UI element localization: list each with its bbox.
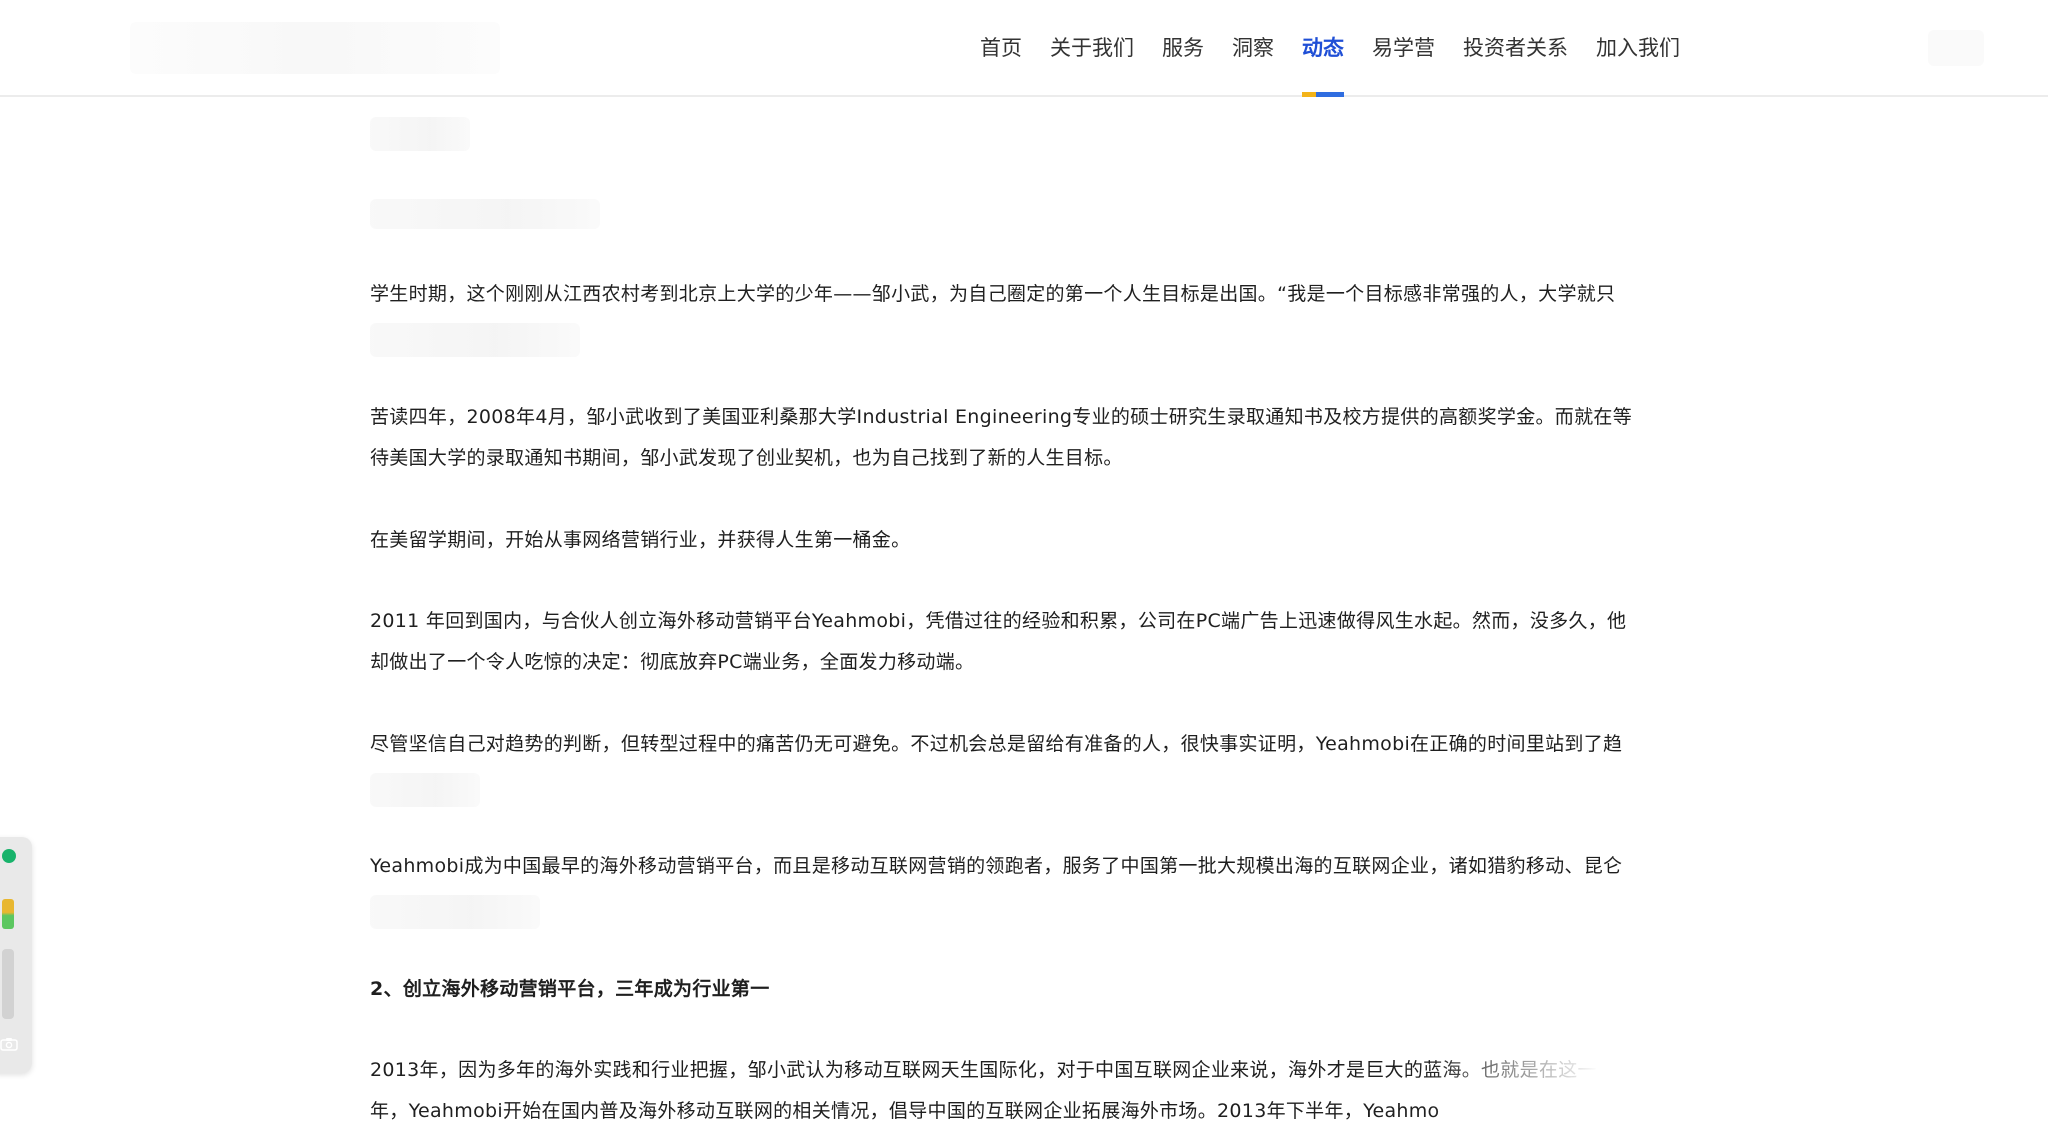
nav-item-label: 洞察 xyxy=(1232,36,1274,60)
level-bar-icon xyxy=(2,899,14,929)
nav-item-services[interactable]: 服务 xyxy=(1162,0,1204,97)
nav-item-label: 动态 xyxy=(1302,36,1344,60)
floating-side-widget[interactable] xyxy=(0,837,32,1073)
blurred-content xyxy=(370,773,480,807)
nav-item-insights[interactable]: 洞察 xyxy=(1232,0,1274,97)
paragraph-line: 尽管坚信自己对趋势的判断，但转型过程中的痛苦仍无可避免。不过机会总是留给有准备的… xyxy=(370,733,1623,755)
nav-item-news[interactable]: 动态 xyxy=(1302,0,1344,97)
site-logo[interactable] xyxy=(130,22,500,74)
paragraph-line: 2011 年回到国内，与合伙人创立海外移动营销平台Yeahmobi，凭借过往的经… xyxy=(370,610,1627,632)
paragraph-line: 待美国大学的录取通知书期间，邹小武发现了创业契机，也为自己找到了新的人生目标。 xyxy=(370,447,1123,469)
main-nav: 首页 关于我们 服务 洞察 动态 易学营 投资者关系 加入我们 xyxy=(980,0,1708,97)
article-paragraph: 在美留学期间，开始从事网络营销行业，并获得人生第一桶金。 xyxy=(370,520,1670,561)
article-paragraph: 2013年，因为多年的海外实践和行业把握，邹小武认为移动互联网天生国际化，对于中… xyxy=(370,1050,1670,1132)
text-fade-overlay xyxy=(1430,1050,1670,1132)
blurred-content xyxy=(370,323,580,357)
blurred-content xyxy=(370,895,540,929)
language-switch[interactable] xyxy=(1928,30,1984,66)
nav-item-about[interactable]: 关于我们 xyxy=(1050,0,1134,97)
nav-item-investors[interactable]: 投资者关系 xyxy=(1463,0,1568,97)
nav-item-home[interactable]: 首页 xyxy=(980,0,1022,97)
nav-item-label: 易学营 xyxy=(1372,36,1435,60)
paragraph-line: Yeahmobi成为中国最早的海外移动营销平台，而且是移动互联网营销的领跑者，服… xyxy=(370,855,1623,877)
paragraph-line: 在美留学期间，开始从事网络营销行业，并获得人生第一桶金。 xyxy=(370,529,911,551)
status-dot-icon xyxy=(2,849,16,863)
camera-icon-glyph xyxy=(0,1038,18,1051)
camera-icon[interactable] xyxy=(0,1037,19,1053)
section-heading: 2、创立海外移动营销平台，三年成为行业第一 xyxy=(370,969,1670,1010)
article-paragraph: Yeahmobi成为中国最早的海外移动营销平台，而且是移动互联网营销的领跑者，服… xyxy=(370,846,1670,887)
paragraph-line: 学生时期，这个刚刚从江西农村考到北京上大学的少年——邹小武，为自己圈定的第一个人… xyxy=(370,283,1616,305)
paragraph-line: 苦读四年，2008年4月，邹小武收到了美国亚利桑那大学Industrial En… xyxy=(370,406,1632,428)
section-heading-text: 2、创立海外移动营销平台，三年成为行业第一 xyxy=(370,978,770,1000)
scroll-track-icon[interactable] xyxy=(2,949,14,1019)
site-header: 首页 关于我们 服务 洞察 动态 易学营 投资者关系 加入我们 xyxy=(0,0,2048,97)
article-paragraph: 2011 年回到国内，与合伙人创立海外移动营销平台Yeahmobi，凭借过往的经… xyxy=(370,601,1670,683)
nav-item-label: 服务 xyxy=(1162,36,1204,60)
blurred-content xyxy=(370,199,600,229)
nav-item-academy[interactable]: 易学营 xyxy=(1372,0,1435,97)
nav-active-underline xyxy=(1302,92,1344,97)
article-paragraph: 苦读四年，2008年4月，邹小武收到了美国亚利桑那大学Industrial En… xyxy=(370,397,1670,479)
article-paragraph: 学生时期，这个刚刚从江西农村考到北京上大学的少年——邹小武，为自己圈定的第一个人… xyxy=(370,274,1670,315)
article-paragraph: 尽管坚信自己对趋势的判断，但转型过程中的痛苦仍无可避免。不过机会总是留给有准备的… xyxy=(370,724,1670,765)
nav-item-label: 首页 xyxy=(980,36,1022,60)
nav-item-careers[interactable]: 加入我们 xyxy=(1596,0,1680,97)
nav-item-label: 投资者关系 xyxy=(1463,36,1568,60)
paragraph-line: 却做出了一个令人吃惊的决定：彻底放弃PC端业务，全面发力移动端。 xyxy=(370,651,975,673)
nav-item-label: 关于我们 xyxy=(1050,36,1134,60)
nav-item-label: 加入我们 xyxy=(1596,36,1680,60)
blurred-content xyxy=(370,117,470,151)
